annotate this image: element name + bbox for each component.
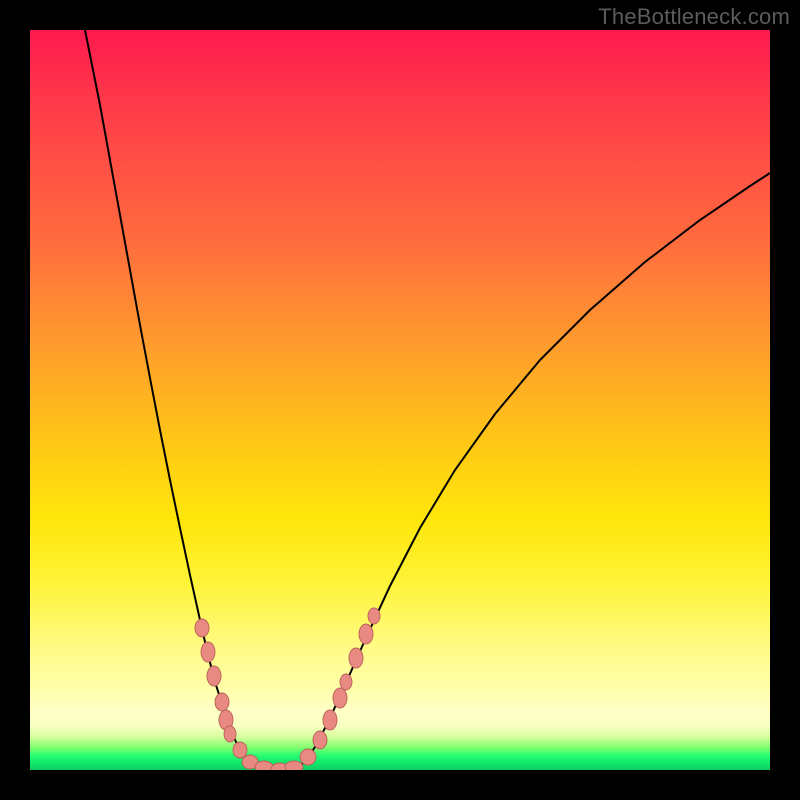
- watermark-text: TheBottleneck.com: [598, 4, 790, 30]
- bead-point: [349, 648, 363, 668]
- bead-point: [359, 624, 373, 644]
- curve-svg: [30, 30, 770, 770]
- bead-point: [323, 710, 337, 730]
- bead-point: [207, 666, 221, 686]
- bead-point: [224, 726, 236, 742]
- bead-cluster: [195, 608, 380, 770]
- bead-point: [195, 619, 209, 637]
- outer-frame: TheBottleneck.com: [0, 0, 800, 800]
- bead-point: [215, 693, 229, 711]
- bead-point: [340, 674, 352, 690]
- bead-point: [201, 642, 215, 662]
- bead-point: [233, 742, 247, 758]
- bead-point: [368, 608, 380, 624]
- bead-point: [255, 761, 273, 770]
- bead-point: [285, 761, 303, 770]
- bead-point: [313, 731, 327, 749]
- plot-area: [30, 30, 770, 770]
- bead-point: [300, 749, 316, 765]
- bead-point: [333, 688, 347, 708]
- v-curve: [85, 30, 770, 769]
